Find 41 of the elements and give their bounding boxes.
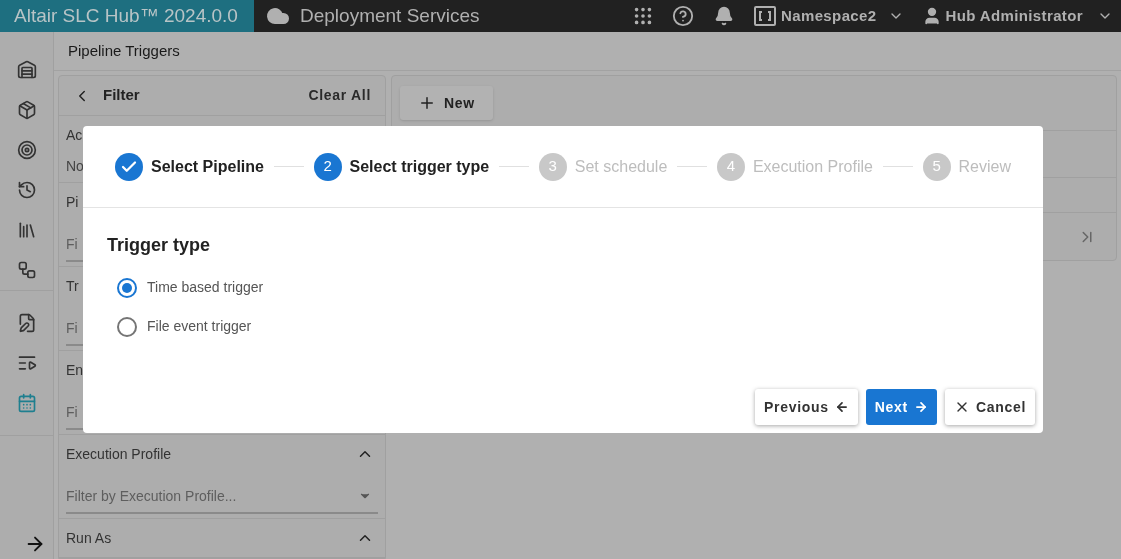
section-label: Pi <box>66 192 79 212</box>
namespace-selector[interactable]: Namespace2 <box>754 4 904 28</box>
playlist-icon[interactable] <box>16 353 37 373</box>
brand-title: Altair SLC Hub™ 2024.0.0 <box>0 0 254 32</box>
section-label: Execution Profile <box>66 444 172 464</box>
step-label: Review <box>958 156 1012 177</box>
previous-button[interactable]: Previous <box>754 389 858 425</box>
section-label: Tr <box>66 276 79 296</box>
user-menu[interactable]: Hub Administrator <box>921 4 1113 28</box>
radio-button[interactable] <box>117 277 137 298</box>
next-button[interactable]: Next <box>865 389 937 425</box>
namespace-icon <box>754 6 776 26</box>
arrow-right-icon <box>913 400 928 414</box>
clear-all-button[interactable]: Clear All <box>308 85 371 106</box>
apps-icon[interactable] <box>632 5 654 27</box>
app-title: Deployment Services <box>300 3 480 28</box>
step-label: Set schedule <box>574 156 668 177</box>
help-icon[interactable] <box>672 5 694 27</box>
radio-option[interactable]: File event trigger <box>117 316 1019 337</box>
step-label: Execution Profile <box>752 156 873 177</box>
cancel-button[interactable]: Cancel <box>944 389 1035 425</box>
section-label: Run As <box>66 528 112 548</box>
radio-button[interactable] <box>117 316 137 337</box>
section-value: No <box>66 158 84 174</box>
section-label: Ac <box>66 125 83 145</box>
step-label: Select trigger type <box>349 156 490 177</box>
section-label: En <box>66 360 84 380</box>
step-number: 2 <box>313 152 342 181</box>
shelves-icon[interactable] <box>16 60 37 80</box>
radio-option[interactable]: Time based trigger <box>117 277 1019 298</box>
step-label: Select Pipeline <box>151 156 264 177</box>
plus-icon <box>418 94 436 112</box>
new-button[interactable]: New <box>400 86 493 120</box>
target-icon[interactable] <box>16 140 37 160</box>
flow-icon[interactable] <box>16 260 37 280</box>
box-icon[interactable] <box>16 100 37 120</box>
filter-title: Filter <box>103 85 140 106</box>
page-title: Pipeline Triggers <box>68 40 180 61</box>
section-heading: Trigger type <box>107 234 212 257</box>
history-icon[interactable] <box>16 180 37 200</box>
notification-icon[interactable] <box>714 6 734 26</box>
